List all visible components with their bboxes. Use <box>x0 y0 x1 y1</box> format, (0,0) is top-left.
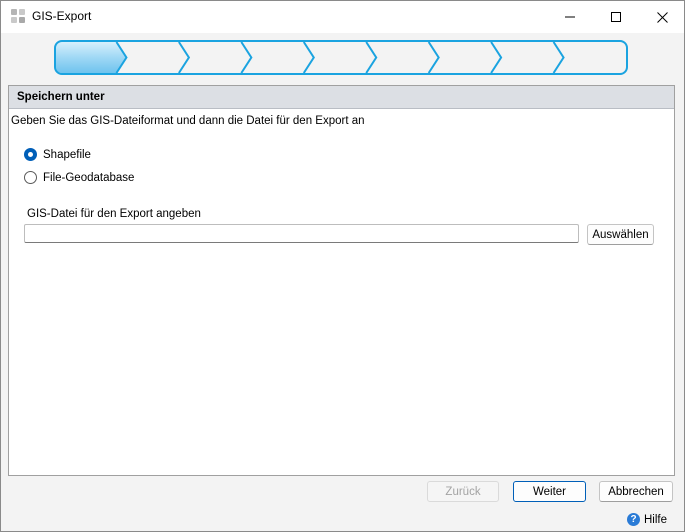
maximize-icon <box>611 12 621 22</box>
wizard-step-chevron <box>302 41 315 74</box>
app-grid-icon <box>11 9 25 23</box>
help-label: Hilfe <box>644 513 668 526</box>
back-button[interactable]: Zurück <box>427 481 499 502</box>
radio-button-selected[interactable] <box>24 148 37 161</box>
wizard-step-chevron <box>178 41 191 74</box>
close-icon <box>656 11 668 23</box>
wizard-step-bar <box>54 40 628 75</box>
wizard-step-chevron <box>365 41 378 74</box>
panel-header: Speichern unter <box>9 86 674 109</box>
radio-shapefile[interactable]: Shapefile <box>24 148 91 161</box>
radio-label-shapefile: Shapefile <box>43 148 91 161</box>
radio-file-geodatabase[interactable]: File-Geodatabase <box>24 171 134 184</box>
wizard-step-chevron <box>240 41 253 74</box>
radio-button-unselected[interactable] <box>24 171 37 184</box>
browse-button[interactable]: Auswählen <box>587 224 654 245</box>
help-link[interactable]: ? Hilfe <box>627 513 667 526</box>
close-button[interactable] <box>639 1 685 33</box>
wizard-step-chevron <box>427 41 440 74</box>
title-bar: GIS-Export <box>1 1 684 33</box>
maximize-button[interactable] <box>593 1 639 33</box>
instruction-text: Geben Sie das GIS-Dateiformat und dann d… <box>11 115 365 127</box>
file-path-label: GIS-Datei für den Export angeben <box>27 208 201 220</box>
cancel-button[interactable]: Abbrechen <box>599 481 673 502</box>
file-path-input[interactable] <box>24 224 579 243</box>
panel-title: Speichern unter <box>17 91 105 103</box>
content-panel: Speichern unter Geben Sie das GIS-Dateif… <box>8 85 675 476</box>
next-button[interactable]: Weiter <box>513 481 586 502</box>
wizard-step-chevron <box>490 41 503 74</box>
minimize-button[interactable] <box>547 1 593 33</box>
window-title: GIS-Export <box>32 9 92 23</box>
wizard-step-chevron <box>552 41 565 74</box>
gis-export-window: GIS-Export Speichern unter Geben Sie das… <box>0 0 685 532</box>
radio-label-file-geodatabase: File-Geodatabase <box>43 171 135 184</box>
question-circle-icon: ? <box>627 513 640 526</box>
wizard-step-active <box>56 42 127 73</box>
minimize-icon <box>565 16 575 18</box>
